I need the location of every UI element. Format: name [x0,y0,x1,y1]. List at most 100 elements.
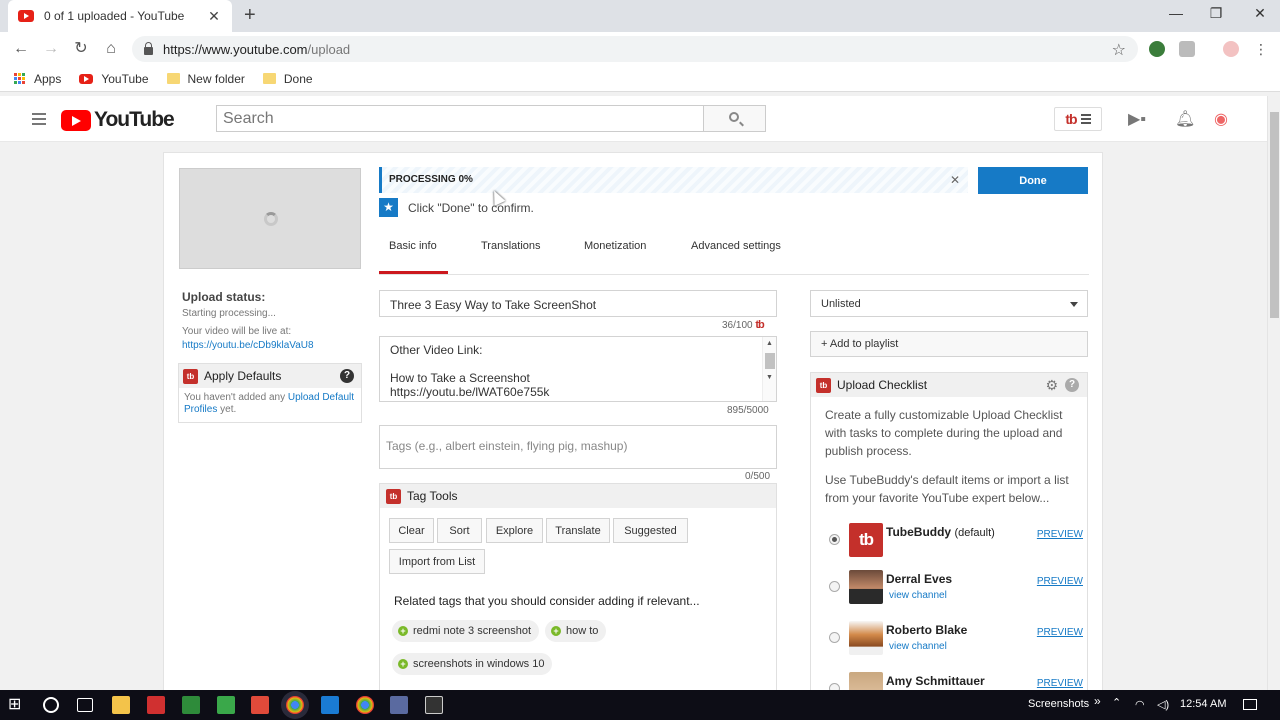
file-explorer-icon[interactable] [112,696,130,714]
preview-link[interactable]: PREVIEW [1037,627,1083,638]
tab-monetization[interactable]: Monetization [584,240,646,252]
tab-translations[interactable]: Translations [481,240,541,252]
tab-close-icon[interactable]: ✕ [206,8,222,25]
notifications-bell-icon[interactable]: 🔔︎ [1175,109,1195,129]
checklist-profile: tb TubeBuddy (default) PREVIEW [829,523,1083,559]
extension-profile-icon[interactable] [1223,41,1239,57]
help-icon[interactable]: ? [340,369,354,383]
app-icon[interactable] [321,696,339,714]
app-icon[interactable] [251,696,269,714]
browser-tab[interactable]: 0 of 1 uploaded - YouTube ✕ [8,0,232,32]
chevron-up-icon[interactable]: ⌃ [1112,696,1121,709]
tab-basic-info[interactable]: Basic info [389,240,437,252]
page-scrollbar[interactable] [1267,96,1280,690]
translate-tags-button[interactable]: Translate [546,518,610,543]
photos-icon[interactable] [425,696,443,714]
tubebuddy-icon: tb [816,377,831,393]
bookmark-star-icon[interactable]: ☆ [1112,40,1126,60]
tags-input[interactable]: Tags (e.g., albert einstein, flying pig,… [379,425,777,469]
volume-icon[interactable]: ◁) [1157,698,1169,711]
privacy-select[interactable]: Unlisted [810,290,1088,317]
import-from-list-button[interactable]: Import from List [389,549,485,574]
tag-tools-title: Tag Tools [407,489,458,503]
camtasia-icon[interactable] [182,696,200,714]
tab-advanced-settings[interactable]: Advanced settings [691,240,781,252]
view-channel-link[interactable]: view channel [889,590,947,601]
chrome-icon[interactable] [286,696,304,714]
help-icon[interactable]: ? [1065,378,1079,392]
chrome-menu-icon[interactable]: ⋮ [1250,38,1272,60]
extension-globe-icon[interactable] [1149,41,1165,57]
windows-start-icon[interactable]: ⊞ [8,694,26,713]
upload-panel: Upload status: Starting processing... Yo… [163,152,1103,706]
window-close-icon[interactable]: ✕ [1248,5,1272,22]
view-channel-link[interactable]: view channel [889,641,947,652]
related-tag-chip[interactable]: + screenshots in windows 10 [392,653,553,675]
description-scrollbar[interactable]: ▲ ▼ [762,337,776,401]
add-to-playlist-button[interactable]: + Add to playlist [810,331,1088,357]
bookmark-apps[interactable]: Apps [14,72,61,86]
maximize-icon[interactable]: ❐ [1204,5,1228,22]
search-input[interactable] [223,109,703,128]
screenshots-toolbar-label[interactable]: Screenshots [1028,698,1089,710]
sort-tags-button[interactable]: Sort [437,518,482,543]
reload-icon[interactable]: ↻ [70,38,92,60]
gear-icon[interactable]: ⚙ [1045,377,1058,394]
account-avatar-icon[interactable]: ◉ [1214,109,1228,129]
profile-radio[interactable] [829,534,840,545]
forward-icon[interactable]: → [40,38,62,60]
tubebuddy-menu-button[interactable]: tb [1054,107,1102,131]
preview-link[interactable]: PREVIEW [1037,576,1083,587]
search-button[interactable] [703,105,766,132]
notifications-center-icon[interactable] [1243,699,1257,710]
scrollbar-thumb[interactable] [764,353,775,369]
upload-video-icon[interactable]: ▶▪ [1128,109,1146,129]
clear-tags-button[interactable]: Clear [389,518,434,543]
active-tab-indicator [379,271,448,274]
live-url-link[interactable]: https://youtu.be/cDb9klaVaU8 [182,340,314,351]
chrome-icon[interactable] [356,696,374,714]
task-view-icon[interactable] [77,698,93,712]
related-tag-chip[interactable]: + how to [545,620,607,642]
app-icon[interactable] [390,696,408,714]
address-bar[interactable]: https://www.youtube.com/upload ☆ [132,36,1138,62]
done-button[interactable]: Done [978,167,1088,194]
cancel-upload-icon[interactable]: ✕ [950,173,960,187]
app-icon[interactable] [147,696,165,714]
minimize-icon[interactable]: — [1164,5,1188,21]
preview-link[interactable]: PREVIEW [1037,529,1083,540]
search-box[interactable] [216,105,704,132]
related-tag-chip[interactable]: + redmi note 3 screenshot [392,620,540,642]
home-icon[interactable]: ⌂ [100,38,122,60]
bookmark-done[interactable]: Done [262,72,313,86]
upload-status-text: Starting processing... [182,308,276,319]
clock-time[interactable]: 12:54 AM [1180,698,1226,710]
title-input[interactable]: Three 3 Easy Way to Take ScreenShot [379,290,777,317]
explore-tags-button[interactable]: Explore [486,518,543,543]
suggested-tags-button[interactable]: Suggested [613,518,688,543]
back-icon[interactable]: ← [10,38,32,60]
wifi-icon[interactable]: ◠ [1135,698,1145,711]
search-circle-icon[interactable] [43,697,59,713]
scroll-down-icon[interactable]: ▼ [763,371,776,385]
bookmark-youtube[interactable]: YouTube [79,72,149,86]
guide-menu-icon[interactable] [32,113,46,128]
description-textarea[interactable]: Other Video Link: How to Take a Screensh… [379,336,777,402]
camtasia-recorder-icon[interactable] [217,696,235,714]
lock-icon [144,42,153,55]
profile-name: Derral Eves [886,572,953,586]
preview-link[interactable]: PREVIEW [1037,678,1083,689]
bookmark-new-folder[interactable]: New folder [166,72,245,86]
chevron-right-icon[interactable]: » [1094,694,1101,708]
youtube-logo[interactable]: YouTube [61,108,175,132]
loading-spinner-icon [264,212,278,226]
avatar [849,621,883,655]
new-tab-icon[interactable]: + [244,4,256,27]
tags-placeholder: Tags (e.g., albert einstein, flying pig,… [386,439,628,453]
profile-radio[interactable] [829,632,840,643]
title-counter: 36/100 tb [722,319,765,331]
extension-tubebuddy-icon[interactable] [1179,41,1195,57]
scrollbar-thumb[interactable] [1270,112,1279,318]
profile-radio[interactable] [829,581,840,592]
scroll-up-icon[interactable]: ▲ [763,337,776,351]
